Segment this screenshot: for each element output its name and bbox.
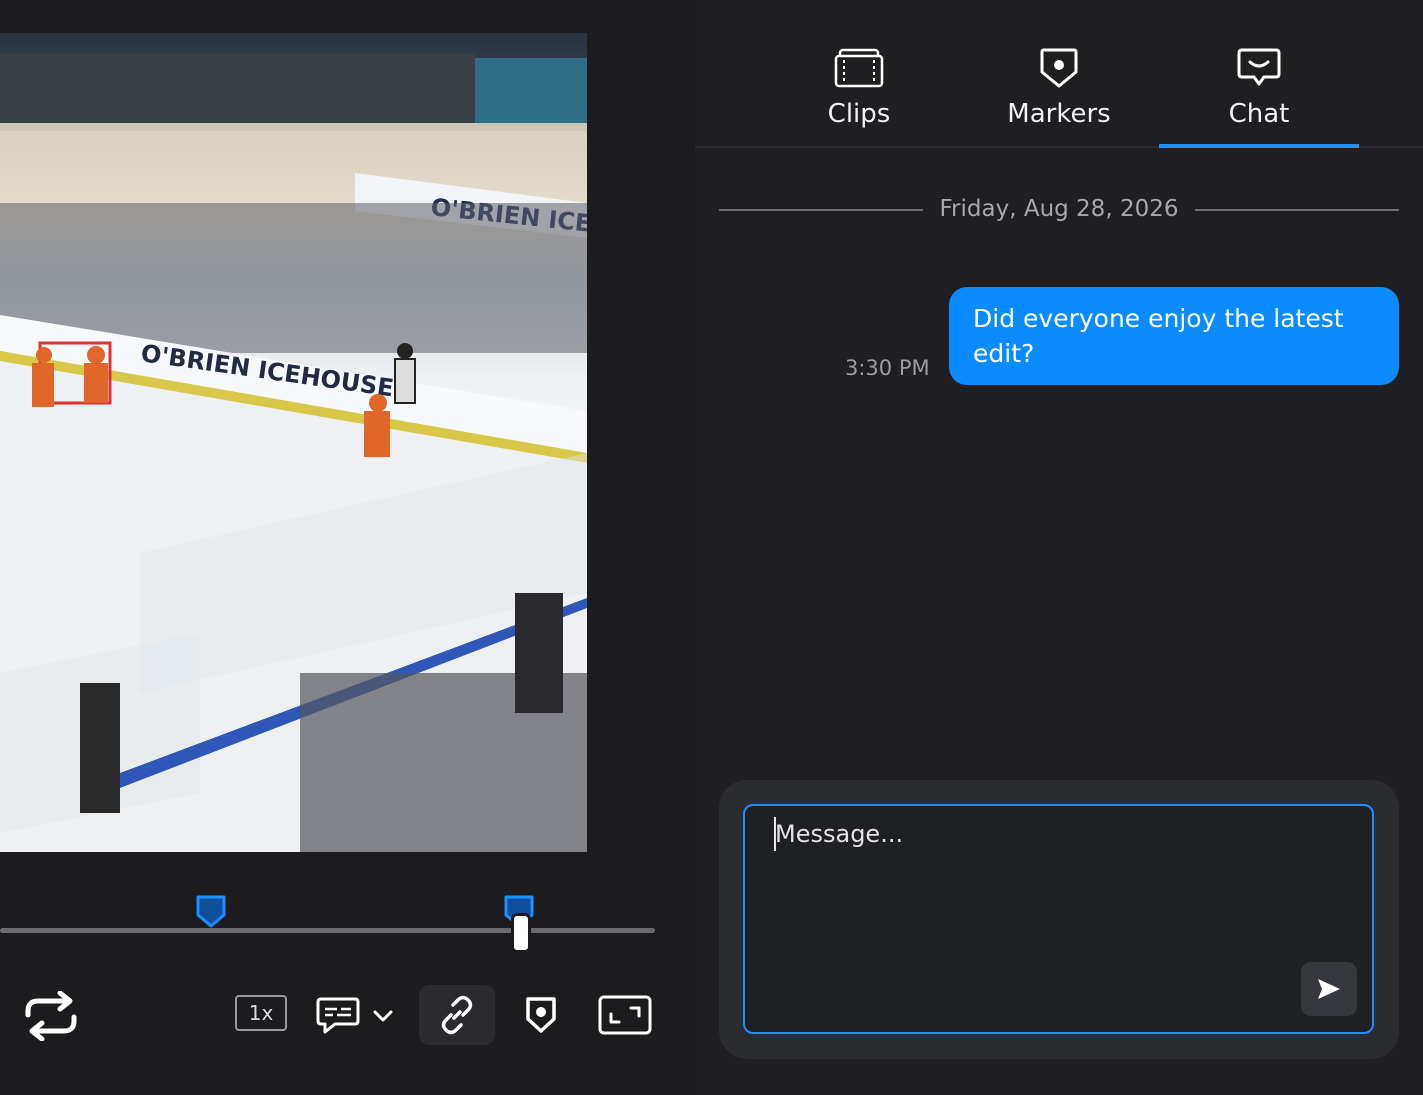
message-timestamp: 3:30 PM xyxy=(845,356,930,380)
marker-icon xyxy=(1040,48,1078,88)
captions-dropdown-button[interactable] xyxy=(368,1002,398,1030)
message-composer xyxy=(719,780,1399,1059)
loop-icon xyxy=(25,991,77,1041)
captions-icon xyxy=(316,997,360,1034)
date-separator: Friday, Aug 28, 2026 xyxy=(719,192,1399,228)
add-marker-button[interactable] xyxy=(518,990,564,1040)
timeline-track[interactable] xyxy=(0,928,655,933)
clips-icon xyxy=(834,48,884,88)
tab-markers[interactable]: Markers xyxy=(959,0,1159,146)
send-button[interactable] xyxy=(1301,962,1357,1016)
tab-label: Markers xyxy=(1007,99,1111,129)
chevron-down-icon xyxy=(373,1010,393,1022)
timeline-marker-icon[interactable] xyxy=(194,893,228,929)
captions-button[interactable] xyxy=(312,993,364,1039)
divider xyxy=(1195,209,1399,211)
message-bubble: Did everyone enjoy the latest edit? xyxy=(949,287,1399,385)
chat-icon xyxy=(1237,48,1281,86)
copy-link-button[interactable] xyxy=(419,985,495,1045)
fullscreen-icon xyxy=(598,995,652,1035)
fullscreen-button[interactable] xyxy=(594,992,656,1038)
loop-button[interactable] xyxy=(18,988,84,1044)
send-icon xyxy=(1318,979,1340,999)
side-panel: Clips Markers Chat Friday, Aug 28, 2026 … xyxy=(695,0,1423,1095)
tab-chat[interactable]: Chat xyxy=(1159,0,1359,148)
tab-label: Clips xyxy=(827,99,891,129)
playback-speed-button[interactable]: 1x xyxy=(235,995,287,1031)
marker-icon xyxy=(526,997,556,1033)
video-frame-image: O'BRIEN ICE O'BRIEN ICEHOUSE xyxy=(0,53,587,852)
video-frame[interactable]: O'BRIEN ICE O'BRIEN ICEHOUSE xyxy=(0,33,587,852)
video-player: O'BRIEN ICE O'BRIEN ICEHOUSE xyxy=(0,0,695,1095)
panel-tabs: Clips Markers Chat xyxy=(695,0,1423,148)
text-caret xyxy=(774,817,776,851)
tab-label: Chat xyxy=(1228,99,1290,129)
message-input[interactable] xyxy=(743,804,1374,1034)
link-icon xyxy=(441,995,473,1035)
tab-clips[interactable]: Clips xyxy=(759,0,959,146)
playhead-handle[interactable] xyxy=(511,913,531,953)
